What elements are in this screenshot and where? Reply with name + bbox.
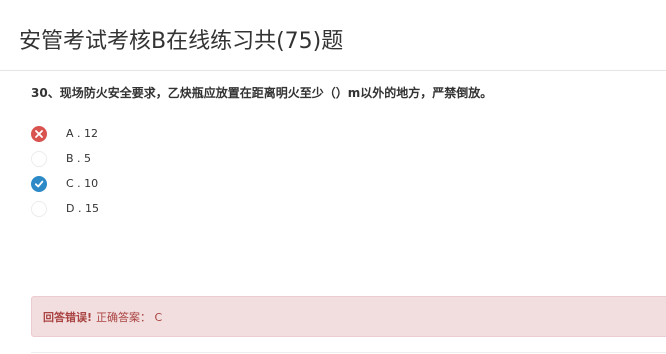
wrong-answer-radio[interactable] (31, 125, 47, 142)
question-text: 30、现场防火安全要求，乙炔瓶应放置在距离明火至少（）m以外的地方，严禁倒放。 (31, 86, 493, 100)
cross-icon (35, 129, 43, 138)
option-radio[interactable] (31, 200, 47, 217)
option-a[interactable]: A . 12 (31, 121, 331, 146)
answer-result-alert: 回答错误! 正确答案： C (31, 296, 666, 337)
option-label: A . 12 (66, 126, 99, 140)
answer-options: A . 12 B . 5 C . 10 D . 15 (31, 121, 331, 221)
check-icon (34, 180, 44, 187)
option-label: C . 10 (66, 176, 99, 190)
option-b[interactable]: B . 5 (31, 146, 331, 171)
title-divider (0, 70, 666, 71)
option-d[interactable]: D . 15 (31, 196, 331, 221)
option-c[interactable]: C . 10 (31, 171, 331, 196)
option-label: D . 15 (66, 201, 99, 215)
page-title: 安管考试考核B在线练习共(75)题 (19, 29, 344, 54)
option-radio[interactable] (31, 150, 47, 167)
correct-answer-text: 正确答案： C (96, 310, 163, 324)
option-label: B . 5 (66, 151, 92, 165)
correct-answer-radio[interactable] (31, 175, 47, 192)
bottom-divider (31, 352, 666, 353)
result-status: 回答错误! (43, 310, 93, 324)
